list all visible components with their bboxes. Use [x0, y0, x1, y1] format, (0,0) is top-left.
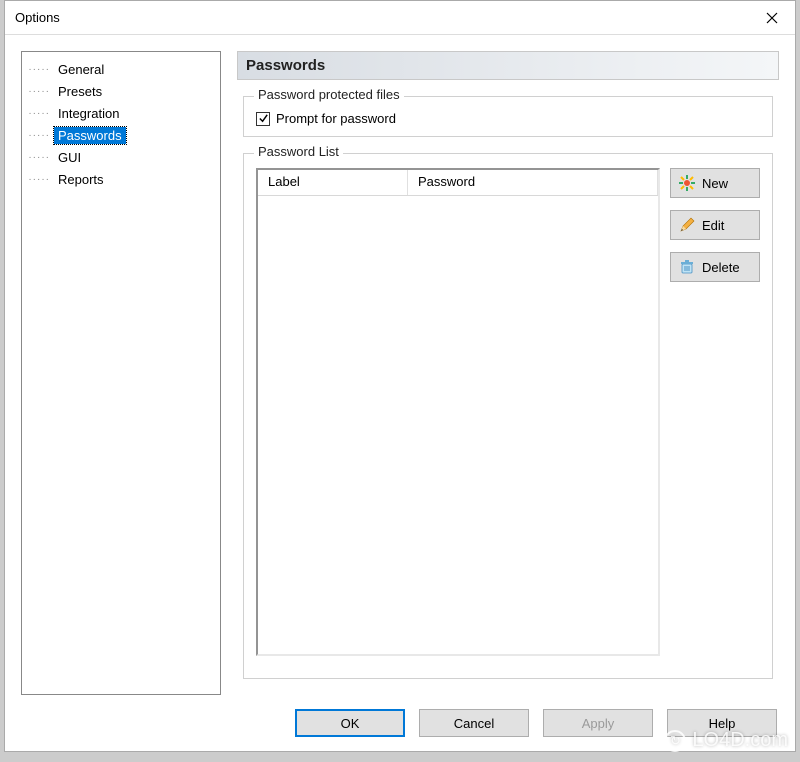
- cancel-button[interactable]: Cancel: [419, 709, 529, 737]
- column-header-password[interactable]: Password: [408, 170, 658, 195]
- new-icon: [679, 175, 695, 191]
- tree-label: GUI: [54, 149, 85, 166]
- apply-button: Apply: [543, 709, 653, 737]
- tree-connector-icon: ·····: [26, 174, 54, 185]
- button-label: Edit: [702, 218, 724, 233]
- close-icon: [766, 12, 778, 24]
- tree-item-general[interactable]: ····· General: [26, 58, 216, 80]
- tree-item-presets[interactable]: ····· Presets: [26, 80, 216, 102]
- group-password-protected: Password protected files Prompt for pass…: [243, 96, 773, 137]
- tree-label: Integration: [54, 105, 123, 122]
- checkbox-label: Prompt for password: [276, 111, 396, 126]
- tree-label: Presets: [54, 83, 106, 100]
- group-password-list: Password List Label Password: [243, 153, 773, 679]
- ok-button[interactable]: OK: [295, 709, 405, 737]
- password-table[interactable]: Label Password: [256, 168, 660, 656]
- pencil-icon: [679, 217, 695, 233]
- group-legend: Password protected files: [254, 87, 404, 102]
- new-button[interactable]: New: [670, 168, 760, 198]
- dialog-footer: OK Cancel Apply Help: [5, 695, 795, 751]
- content-panel: Passwords Password protected files Promp…: [237, 51, 779, 695]
- tree-connector-icon: ·····: [26, 86, 54, 97]
- dialog-body: ····· General ····· Presets ····· Integr…: [5, 35, 795, 695]
- delete-button[interactable]: Delete: [670, 252, 760, 282]
- titlebar: Options: [5, 1, 795, 35]
- options-dialog: Options ····· General ····· Presets ····…: [4, 0, 796, 752]
- group-legend: Password List: [254, 144, 343, 159]
- trash-icon: [679, 259, 695, 275]
- tree-label: Passwords: [54, 127, 126, 144]
- tree-item-integration[interactable]: ····· Integration: [26, 102, 216, 124]
- tree-connector-icon: ·····: [26, 64, 54, 75]
- help-button[interactable]: Help: [667, 709, 777, 737]
- tree-connector-icon: ·····: [26, 152, 54, 163]
- page-heading: Passwords: [237, 51, 779, 80]
- column-header-label[interactable]: Label: [258, 170, 408, 195]
- button-label: Delete: [702, 260, 740, 275]
- window-title: Options: [15, 10, 60, 25]
- button-label: New: [702, 176, 728, 191]
- tree-connector-icon: ·····: [26, 108, 54, 119]
- edit-button[interactable]: Edit: [670, 210, 760, 240]
- table-header: Label Password: [258, 170, 658, 196]
- button-column: New Edit: [670, 168, 760, 656]
- tree-item-reports[interactable]: ····· Reports: [26, 168, 216, 190]
- tree-item-gui[interactable]: ····· GUI: [26, 146, 216, 168]
- tree-connector-icon: ·····: [26, 130, 54, 141]
- checkbox-icon: [256, 112, 270, 126]
- close-button[interactable]: [749, 2, 795, 34]
- navigation-tree[interactable]: ····· General ····· Presets ····· Integr…: [21, 51, 221, 695]
- tree-item-passwords[interactable]: ····· Passwords: [26, 124, 216, 146]
- tree-label: General: [54, 61, 108, 78]
- prompt-for-password-checkbox[interactable]: Prompt for password: [256, 111, 760, 126]
- tree-label: Reports: [54, 171, 108, 188]
